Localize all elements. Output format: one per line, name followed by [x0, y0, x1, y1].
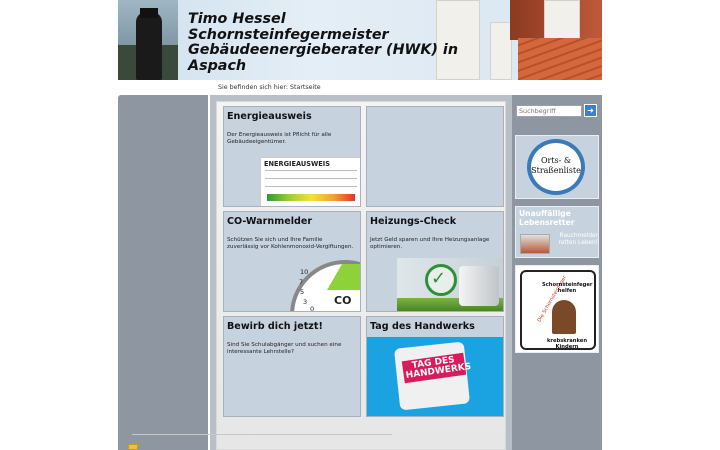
energieausweis-image[interactable]: ENERGIEAUSWEIS — [260, 157, 360, 206]
tile-text: Sind Sie Schulabgänger und suchen eine i… — [227, 342, 342, 355]
tile-title[interactable]: Tag des Handwerks — [370, 321, 475, 332]
main-content: Energieausweis Der Energieausweis ist Pf… — [210, 95, 512, 450]
tile-title[interactable]: Heizungs-Check — [370, 216, 456, 227]
right-sidebar: ➜ Orts- & Straßenliste Unauffällige Lebe… — [512, 95, 602, 450]
folder-icon[interactable] — [128, 444, 138, 450]
site-title[interactable]: Timo Hessel Schornsteinfegermeister Gebä… — [188, 11, 458, 74]
divider — [265, 170, 357, 171]
logo-top-text: Schornsteinfeger helfen — [542, 282, 593, 294]
divider — [265, 178, 357, 179]
top-hat-icon — [140, 8, 158, 18]
gauge-tick: 7 — [299, 278, 304, 286]
divider — [132, 434, 392, 435]
tile-text: Schützen Sie sich und Ihre Familie zuver… — [227, 237, 354, 250]
page: Timo Hessel Schornsteinfegermeister Gebä… — [118, 0, 602, 450]
rauchmelder-image[interactable] — [520, 234, 550, 254]
chimney-sweep-figure — [136, 12, 162, 80]
logo-bottom-text: krebskranken Kindern — [546, 338, 588, 350]
energy-scale — [267, 194, 355, 201]
tile-text: Der Energieausweis ist Pflicht für alle … — [227, 132, 332, 145]
divider — [265, 186, 357, 187]
schornsteinfeger-helfen-logo[interactable]: Die Schornsteinfeger Schornsteinfeger he… — [520, 270, 596, 350]
lebensretter-text[interactable]: Rauchmelder retten Leben! — [554, 233, 598, 247]
chimney-image — [490, 22, 512, 80]
roof-tiles-image — [518, 38, 602, 80]
co-label: CO — [334, 294, 352, 307]
chimney-sweep-figure — [552, 300, 576, 334]
handwerk-image[interactable]: TAG DES HANDWERKS — [367, 337, 503, 416]
tile-empty — [366, 106, 504, 207]
schornsteinfeger-helfen-box[interactable]: Die Schornsteinfeger Schornsteinfeger he… — [515, 265, 599, 353]
tile-energieausweis[interactable]: Energieausweis Der Energieausweis ist Pf… — [223, 106, 361, 207]
lebensretter-title[interactable]: Unauffällige Lebensretter — [519, 209, 598, 227]
site-header: Timo Hessel Schornsteinfegermeister Gebä… — [118, 0, 602, 80]
header-photo — [118, 0, 178, 80]
energieausweis-graphic-title: ENERGIEAUSWEIS — [264, 160, 330, 168]
orts-strassenliste-button[interactable]: Orts- & Straßenliste — [527, 139, 585, 195]
heizung-image[interactable]: ✓ — [397, 258, 503, 311]
tile-tag-des-handwerks[interactable]: Tag des Handwerks TAG DES HANDWERKS — [366, 316, 504, 417]
gauge-green-zone — [320, 264, 360, 290]
search-input[interactable] — [516, 105, 582, 117]
main-panel: Energieausweis Der Energieausweis ist Pf… — [216, 101, 506, 450]
thermostat-image — [459, 266, 499, 306]
tile-bewirb-dich[interactable]: Bewirb dich jetzt! Sind Sie Schulabgänge… — [223, 316, 361, 417]
breadcrumb: Sie befinden sich hier: Startseite — [218, 84, 321, 91]
tile-heizungs-check[interactable]: Heizungs-Check Jetzt Geld sparen und Ihr… — [366, 211, 504, 312]
gauge-tick: 3 — [303, 298, 308, 306]
left-sidebar — [118, 95, 208, 450]
orts-strassenliste-box[interactable]: Orts- & Straßenliste — [515, 135, 599, 199]
gauge-tick: 10 — [300, 268, 309, 276]
checkmark-icon: ✓ — [431, 268, 447, 289]
gauge-tick: 0 — [310, 305, 315, 312]
lebensretter-box[interactable]: Unauffällige Lebensretter Rauchmelder re… — [515, 206, 599, 258]
search-button[interactable]: ➜ — [584, 104, 597, 117]
tile-title[interactable]: Energieausweis — [227, 111, 312, 122]
gauge-tick: 5 — [300, 288, 305, 296]
tile-title[interactable]: Bewirb dich jetzt! — [227, 321, 323, 332]
tile-text: Jetzt Geld sparen und Ihre Heizungsanlag… — [370, 237, 490, 250]
tile-title[interactable]: CO-Warnmelder — [227, 216, 312, 227]
co-gauge-image[interactable]: 10 7 5 3 0 CO — [282, 260, 360, 312]
tile-co-warnmelder[interactable]: CO-Warnmelder Schützen Sie sich und Ihre… — [223, 211, 361, 312]
